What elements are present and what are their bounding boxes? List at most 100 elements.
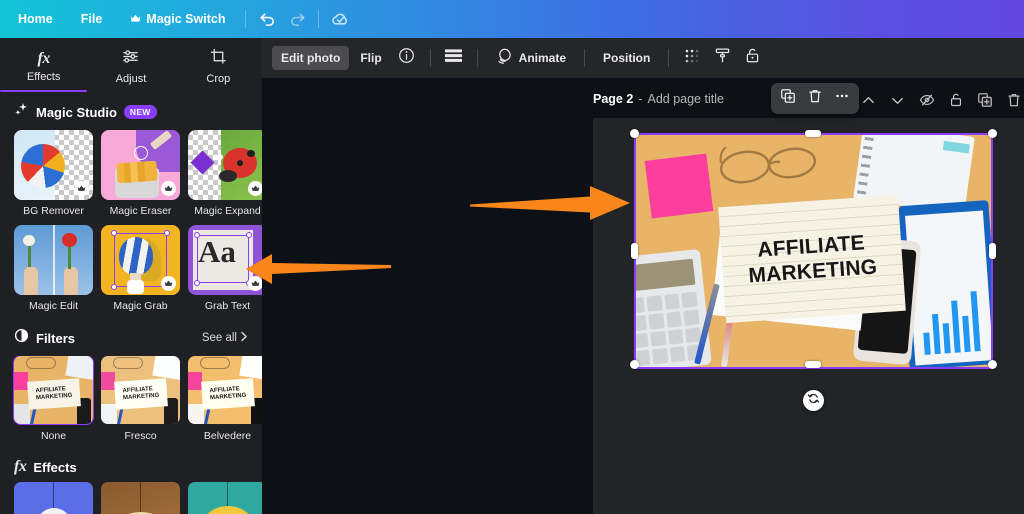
rotate-handle[interactable] (803, 390, 824, 411)
sliders-icon (122, 48, 139, 70)
effects-strip[interactable] (0, 482, 262, 514)
cloud-saved-icon (330, 9, 351, 30)
lock-page-button[interactable] (942, 90, 969, 115)
resize-handle-left[interactable] (631, 243, 638, 259)
tool-grab-text-label: Grab Text (204, 300, 251, 312)
tool-magic-expand[interactable]: Magic Expand (188, 130, 262, 217)
tool-magic-edit[interactable]: Magic Edit (14, 225, 93, 312)
page-separator: - (638, 92, 643, 106)
effect-item-3[interactable] (188, 482, 262, 514)
fx-icon: fx (14, 458, 27, 475)
edit-photo-button[interactable]: Edit photo (272, 46, 350, 70)
add-page-title-button[interactable]: Add page title (647, 92, 723, 106)
file-menu[interactable]: File (67, 6, 117, 32)
pro-crown-icon (161, 276, 176, 291)
animate-button[interactable]: Animate (487, 43, 575, 73)
delete-page-icon (807, 88, 823, 109)
pro-crown-icon (161, 181, 176, 196)
tab-crop[interactable]: Crop (175, 38, 262, 90)
tool-magic-eraser[interactable]: Magic Eraser (101, 130, 180, 217)
layers-icon (444, 48, 463, 68)
pro-crown-icon (248, 181, 262, 196)
lock-icon (744, 47, 761, 69)
animate-icon (496, 48, 513, 68)
move-up-icon (861, 93, 876, 113)
hide-page-icon (919, 92, 935, 113)
tab-adjust-label: Adjust (115, 72, 147, 85)
delete-page-button[interactable] (802, 86, 828, 111)
effect-item-2[interactable] (101, 482, 180, 514)
filters-strip[interactable]: AFFILIATE MARKETING None AFFILIATE MARKETI… (0, 356, 262, 442)
tool-grab-text-thumb: Aa (188, 225, 262, 295)
resize-handle-bottom[interactable] (805, 360, 821, 368)
tool-magic-eraser-thumb (101, 130, 180, 200)
more-options-icon (834, 88, 850, 109)
magic-studio-title: Magic Studio (36, 104, 117, 120)
panel-tabs: fx Effects Adjust Crop (0, 38, 262, 92)
filter-fresco-thumb: AFFILIATE MARKETING (101, 356, 180, 424)
tool-magic-grab-label: Magic Grab (113, 300, 168, 312)
filters-header: Filters See all (0, 312, 262, 356)
selected-image-element[interactable]: AFFILIATE MARKETING (636, 135, 991, 367)
hide-page-button[interactable] (913, 90, 940, 115)
fx-icon: fx (37, 49, 51, 67)
flip-button[interactable]: Flip (351, 46, 390, 70)
layers-button[interactable] (440, 45, 468, 71)
lock-button[interactable] (738, 45, 766, 71)
duplicate-button[interactable] (971, 90, 998, 115)
resize-handle-right[interactable] (989, 243, 996, 259)
tool-magic-grab[interactable]: Magic Grab (101, 225, 180, 312)
crop-icon (210, 48, 227, 70)
filters-see-all-link[interactable]: See all (202, 331, 248, 345)
magic-switch-menu[interactable]: Magic Switch (116, 6, 239, 32)
tab-crop-label: Crop (206, 72, 231, 85)
top-navigation-bar: Home File Magic Switch (0, 0, 1024, 38)
position-button[interactable]: Position (594, 46, 659, 70)
undo-button[interactable] (252, 5, 282, 33)
effect-item-1-thumb (14, 482, 93, 514)
toolbar-divider-c (584, 49, 585, 67)
tool-grab-text[interactable]: Aa Grab Text (188, 225, 262, 312)
home-menu[interactable]: Home (4, 6, 67, 32)
filter-none[interactable]: AFFILIATE MARKETING None (13, 356, 94, 442)
crown-icon (130, 12, 141, 26)
resize-handle-bottom-right[interactable] (988, 360, 997, 369)
file-menu-label: File (80, 12, 103, 26)
object-toolbar: Edit photo Flip Animate Position (262, 38, 1024, 78)
more-options-button[interactable] (829, 86, 855, 111)
filter-belvedere[interactable]: AFFILIATE MARKETING Belvedere (188, 356, 262, 442)
tool-magic-edit-label: Magic Edit (28, 300, 79, 312)
move-page-down-button[interactable] (884, 90, 911, 115)
effect-item-2-thumb (101, 482, 180, 514)
bar-chart (920, 287, 981, 355)
filter-fresco[interactable]: AFFILIATE MARKETING Fresco (101, 356, 180, 442)
tab-effects-label: Effects (26, 70, 61, 83)
tab-effects[interactable]: fx Effects (0, 38, 88, 92)
duplicate-icon (977, 92, 993, 113)
toolbar-divider-1 (245, 10, 247, 28)
duplicate-page-button[interactable] (775, 86, 801, 111)
cloud-status-button[interactable] (325, 5, 355, 33)
magic-studio-grid: BG Remover Magic Eraser Magic Expand Mag… (0, 130, 262, 312)
canva-photo-editor: Home File Magic Switch fx Effects Adjust… (0, 0, 1024, 514)
resize-handle-top-left[interactable] (630, 129, 639, 138)
color-roller-button[interactable] (708, 45, 736, 71)
resize-handle-top[interactable] (805, 129, 821, 137)
tool-bg-remover[interactable]: BG Remover (14, 130, 93, 217)
flip-label: Flip (360, 51, 382, 65)
resize-handle-bottom-left[interactable] (630, 360, 639, 369)
trash-button[interactable] (1000, 90, 1024, 115)
page-float-toolbar (771, 83, 859, 114)
redo-button[interactable] (282, 5, 312, 33)
tab-adjust[interactable]: Adjust (87, 38, 174, 90)
effects-title: Effects (33, 459, 77, 475)
move-page-up-button[interactable] (855, 90, 882, 115)
move-down-icon (890, 93, 905, 113)
resize-handle-top-right[interactable] (988, 129, 997, 138)
effect-item-1[interactable] (14, 482, 93, 514)
info-button[interactable] (393, 45, 421, 71)
transparency-button[interactable] (678, 45, 706, 71)
filter-none-thumb: AFFILIATE MARKETING (13, 356, 94, 425)
headline-text: AFFILIATE MARKETING (718, 195, 906, 323)
filter-fresco-label: Fresco (124, 430, 157, 442)
